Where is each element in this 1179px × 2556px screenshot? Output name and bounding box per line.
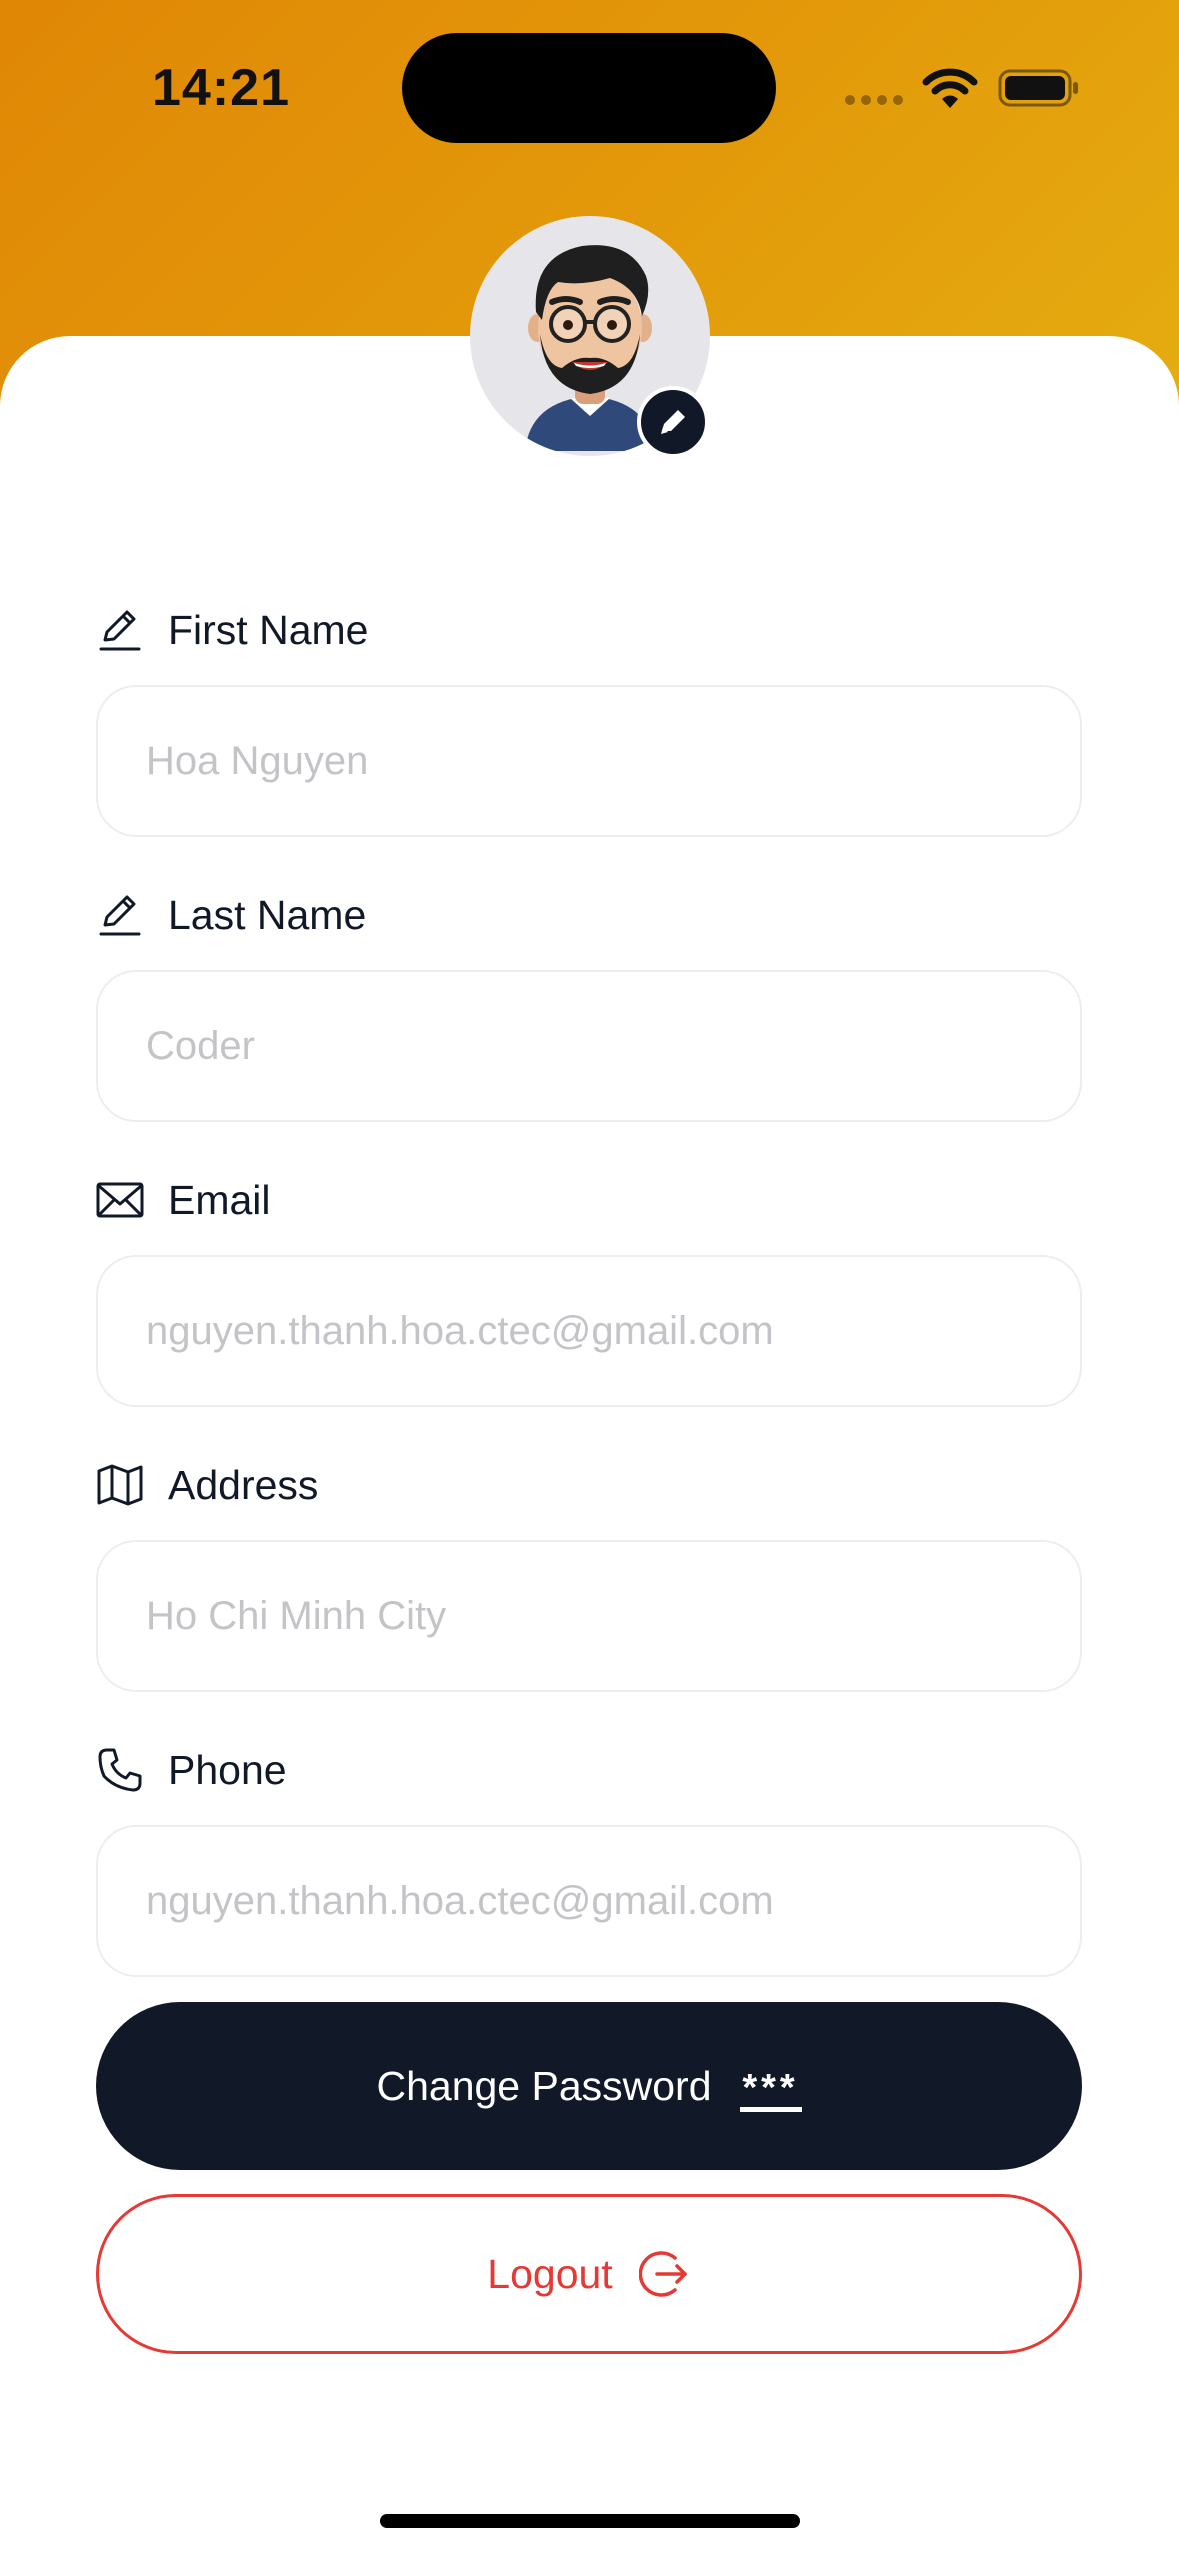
email-label-text: Email	[168, 1176, 271, 1223]
logout-button[interactable]: Logout	[96, 2194, 1082, 2354]
status-time: 14:21	[152, 59, 290, 117]
cellular-signal-icon	[845, 95, 905, 105]
address-input[interactable]	[146, 1593, 1032, 1639]
password-glyph: ***	[742, 2066, 799, 2109]
change-password-label: Change Password	[376, 2062, 712, 2109]
first-name-input[interactable]	[146, 738, 1032, 784]
pencil-line-icon	[96, 606, 144, 654]
phone-label-text: Phone	[168, 1746, 287, 1793]
last-name-input[interactable]	[146, 1023, 1032, 1069]
email-label: Email	[96, 1170, 271, 1230]
last-name-label: Last Name	[96, 885, 366, 945]
last-name-field[interactable]	[96, 970, 1082, 1122]
phone-field[interactable]	[96, 1825, 1082, 1977]
status-bar: 14:21	[0, 0, 1179, 180]
last-name-label-text: Last Name	[168, 891, 367, 938]
change-password-button[interactable]: Change Password ***	[96, 2002, 1082, 2170]
phone-input[interactable]	[146, 1878, 1032, 1924]
address-label: Address	[96, 1455, 318, 1515]
pencil-line-icon	[96, 891, 144, 939]
battery-icon	[998, 68, 1080, 108]
pencil-icon	[661, 410, 685, 434]
home-indicator[interactable]	[380, 2514, 800, 2528]
address-label-text: Address	[168, 1461, 319, 1508]
logout-label: Logout	[487, 2250, 613, 2297]
phone-icon	[96, 1746, 144, 1794]
avatar-container	[470, 216, 710, 458]
envelope-icon	[96, 1176, 144, 1224]
email-input[interactable]	[146, 1308, 1032, 1354]
email-field[interactable]	[96, 1255, 1082, 1407]
logout-icon	[638, 2248, 691, 2300]
first-name-label: First Name	[96, 600, 368, 660]
avatar-edit-button[interactable]	[637, 386, 709, 458]
first-name-label-text: First Name	[168, 606, 369, 653]
address-field[interactable]	[96, 1540, 1082, 1692]
first-name-field[interactable]	[96, 685, 1082, 837]
password-dots-icon: ***	[739, 2061, 802, 2112]
map-icon	[96, 1461, 144, 1509]
dynamic-island	[402, 33, 776, 143]
phone-label: Phone	[96, 1740, 287, 1800]
wifi-icon	[922, 68, 978, 110]
